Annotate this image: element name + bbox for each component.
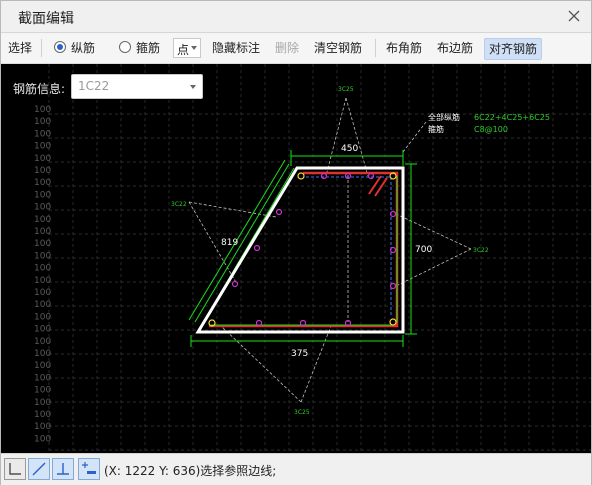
grid-label: 100 [34, 288, 51, 298]
rebar-info-label: 钢筋信息: [13, 82, 66, 96]
title-bar: 截面编辑 [1, 1, 591, 33]
stirrup-label[interactable]: 箍筋 [136, 33, 160, 63]
grid-label: 100 [34, 398, 51, 408]
diagonal-line-icon [32, 462, 46, 476]
dim-right-text: 700 [415, 245, 432, 255]
section-edit-window: 截面编辑 选择 纵筋 箍筋 点 隐藏标注 删除 清空钢筋 布角筋 布边筋 对齐钢… [0, 0, 592, 485]
perpendicular-snap-button[interactable] [52, 458, 74, 480]
grid-label: 100 [34, 227, 51, 237]
grid-label: 100 [34, 312, 51, 322]
grid-label: 100 [34, 337, 51, 347]
rebar-points[interactable] [208, 172, 397, 327]
note-all-long-label: 全部纵筋 [428, 112, 460, 122]
corner-rebar-button[interactable]: 布角筋 [386, 33, 422, 63]
rebar-info-value: 1C22 [78, 79, 110, 93]
leader-bottom-text: 3C25 [294, 409, 310, 416]
inner-blue-guide [306, 176, 392, 317]
note-all-long-value: 6C22+4C25+6C25 [474, 113, 550, 122]
grid-label: 100 [34, 154, 51, 164]
add-line-icon [82, 462, 96, 474]
edge-rebar-button[interactable]: 布边筋 [437, 33, 473, 63]
rebar-info-select[interactable]: 1C22 [71, 74, 203, 99]
delete-button[interactable]: 删除 [275, 33, 299, 63]
stirrup-line [209, 171, 399, 328]
select-button[interactable]: 选择 [8, 33, 32, 63]
drawing-text: 450 700 375 819 全部纵筋 6C22+4C25+6C25 箍筋 C… [171, 86, 550, 416]
grid-label: 100 [34, 203, 51, 213]
toolbar-divider [375, 39, 376, 57]
grid-label: 100 [34, 422, 51, 432]
grid-label: 100 [34, 251, 51, 261]
grid-label: 100 [34, 117, 51, 127]
grid-label: 100 [34, 239, 51, 249]
status-text: (X: 1222 Y: 636)选择参照边线; [104, 464, 277, 478]
status-bar: (X: 1222 Y: 636)选择参照边线; [1, 453, 591, 485]
grid-label: 100 [34, 410, 51, 420]
toolbar-divider [41, 39, 42, 57]
grid-label: 100 [34, 264, 51, 274]
grid-label: 100 [34, 349, 51, 359]
toolbar: 选择 纵筋 箍筋 点 隐藏标注 删除 清空钢筋 布角筋 布边筋 对齐钢筋 [1, 33, 591, 64]
grid-label: 100 [34, 190, 51, 200]
grid-label: 100 [34, 373, 51, 383]
grid-label: 100 [34, 386, 51, 396]
chevron-down-icon [191, 46, 197, 50]
grid: 100 100 100 100 100 100 100 100 100 100 100 100 100 1… [34, 64, 591, 453]
leader-right-text: 3C22 [473, 247, 489, 254]
section-drawing[interactable]: 100 100 100 100 100 100 100 100 100 100 100 100 100 1… [1, 64, 591, 453]
grid-label: 100 [34, 142, 51, 152]
clear-rebar-button[interactable]: 清空钢筋 [314, 33, 362, 63]
hide-annotation-button[interactable]: 隐藏标注 [212, 33, 260, 63]
perpendicular-icon [57, 463, 69, 475]
longitudinal-radio[interactable] [54, 41, 66, 53]
leader-top-text: 3C25 [338, 86, 354, 93]
note-stirrup-value: C8@100 [474, 125, 508, 134]
corner-icon [9, 463, 21, 475]
window-title: 截面编辑 [18, 11, 74, 27]
grid-label: 100 [34, 166, 51, 176]
dim-top-text: 450 [341, 144, 358, 154]
grid-label: 100 [34, 129, 51, 139]
leader-left-text: 3C22 [171, 201, 187, 208]
section-outline [195, 166, 405, 334]
dim-left-text: 819 [221, 238, 238, 248]
grid-label: 100 [34, 178, 51, 188]
note-stirrup-label: 箍筋 [428, 124, 444, 134]
point-mode-value: 点 [177, 43, 190, 57]
grid-label: 100 [34, 300, 51, 310]
longitudinal-label[interactable]: 纵筋 [71, 33, 95, 63]
stirrup-radio[interactable] [119, 41, 131, 53]
dimension-lines [188, 150, 417, 347]
close-icon[interactable] [565, 7, 583, 25]
grid-label: 100 [34, 215, 51, 225]
dim-bottom-text: 375 [291, 349, 308, 359]
drawing-canvas[interactable]: 100 100 100 100 100 100 100 100 100 100 100 100 100 1… [1, 64, 591, 453]
corner-snap-button[interactable] [4, 458, 26, 480]
chevron-down-icon [190, 85, 196, 89]
point-mode-dropdown[interactable]: 点 [173, 38, 201, 58]
grid-label: 100 [34, 361, 51, 371]
grid-label: 100 [34, 434, 51, 444]
align-rebar-button[interactable]: 对齐钢筋 [484, 38, 543, 60]
grid-label: 100 [34, 276, 51, 286]
grid-label: 100 [34, 105, 51, 115]
oblique-snap-button[interactable] [28, 458, 50, 480]
offset-snap-button[interactable] [78, 458, 100, 480]
grid-label: 100 [34, 325, 51, 335]
inner-green-line [211, 176, 398, 326]
